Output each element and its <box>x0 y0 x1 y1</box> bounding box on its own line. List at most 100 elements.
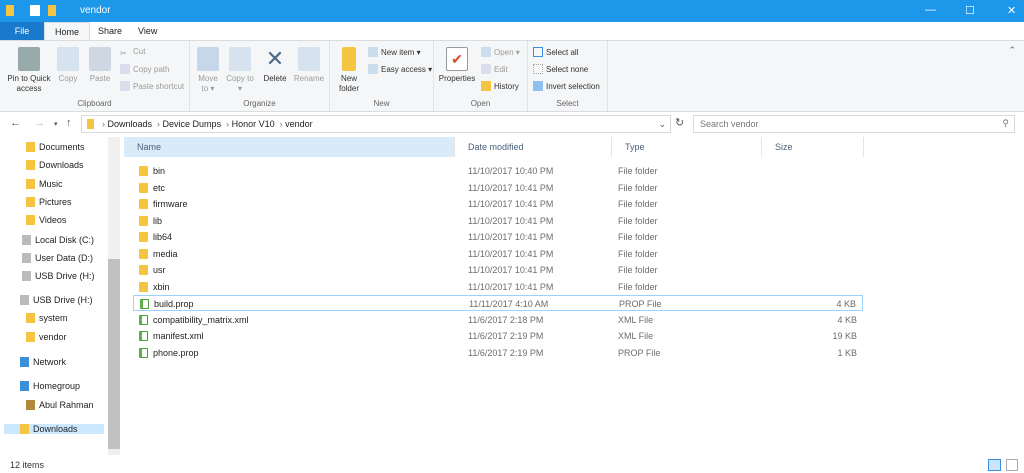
rename-button[interactable]: Rename <box>292 47 326 84</box>
edit-button[interactable]: Edit <box>481 64 508 74</box>
group-label: Organize <box>243 99 276 108</box>
file-row[interactable]: lib 11/10/2017 10:41 PM File folder <box>133 213 863 229</box>
nav-item[interactable]: system <box>26 313 68 323</box>
folder-icon <box>139 166 148 176</box>
delete-button[interactable]: ✕ Delete <box>260 47 290 84</box>
details-view-button[interactable] <box>988 459 1001 471</box>
new-folder-button[interactable]: New folder <box>334 47 364 94</box>
file-row[interactable]: etc 11/10/2017 10:41 PM File folder <box>133 180 863 196</box>
tab-view[interactable]: View <box>128 22 167 40</box>
file-row[interactable]: build.prop 11/11/2017 4:10 AM PROP File 4 K… <box>133 295 863 311</box>
history-icon <box>481 81 491 91</box>
nav-item[interactable]: USB Drive (H:) <box>22 271 95 281</box>
new-item-button[interactable]: New item ▾ <box>368 47 421 57</box>
tab-home[interactable]: Home <box>44 22 91 40</box>
breadcrumb-downloads[interactable]: Downloads <box>108 119 153 129</box>
recent-dropdown[interactable]: ▾ <box>54 120 58 128</box>
nav-item[interactable]: Downloads <box>26 160 84 170</box>
address-dropdown[interactable]: ⌄ <box>658 119 666 130</box>
nav-item[interactable]: User Data (D:) <box>22 253 93 263</box>
paste-shortcut-button[interactable]: Paste shortcut <box>120 81 184 91</box>
nav-item-label: USB Drive (H:) <box>35 271 95 281</box>
file-icon <box>139 331 148 341</box>
file-row[interactable]: usr 11/10/2017 10:41 PM File folder <box>133 262 863 278</box>
properties-button[interactable]: ✔ Properties <box>437 47 477 84</box>
close-button[interactable]: ✕ <box>1007 4 1016 17</box>
drive-icon <box>22 253 31 263</box>
maximize-button[interactable]: ☐ <box>965 4 975 17</box>
copy-to-button[interactable]: Copy to ▾ <box>226 47 254 94</box>
file-type: File folder <box>618 281 658 292</box>
file-row[interactable]: lib64 11/10/2017 10:41 PM File folder <box>133 229 863 245</box>
breadcrumb-device-dumps[interactable]: Device Dumps <box>163 119 222 129</box>
pin-button[interactable]: Pin to Quick access <box>4 47 54 94</box>
collapse-ribbon-icon[interactable]: ⌃ <box>1008 45 1016 56</box>
tab-share[interactable]: Share <box>88 22 132 40</box>
nav-scrollbar[interactable] <box>108 137 120 455</box>
file-name: firmware <box>153 199 188 209</box>
file-row[interactable]: bin 11/10/2017 10:40 PM File folder <box>133 163 863 179</box>
file-name: manifest.xml <box>153 331 204 341</box>
properties-quick-icon[interactable] <box>30 5 40 16</box>
scrollbar-thumb[interactable] <box>108 259 120 449</box>
file-row[interactable]: firmware 11/10/2017 10:41 PM File folder <box>133 196 863 212</box>
nav-item[interactable]: Pictures <box>26 197 72 207</box>
up-button[interactable]: ↑ <box>66 117 72 129</box>
select-all-button[interactable]: Select all <box>533 47 578 57</box>
copy-path-button[interactable]: Copy path <box>120 64 169 74</box>
nav-item-label: Local Disk (C:) <box>35 235 95 245</box>
file-row[interactable]: manifest.xml 11/6/2017 2:19 PM XML File 19 … <box>133 328 863 344</box>
search-input[interactable]: Search vendor ⚲ <box>693 115 1015 133</box>
minimize-button[interactable]: — <box>925 4 936 16</box>
file-row[interactable]: xbin 11/10/2017 10:41 PM File folder <box>133 279 863 295</box>
copy-button[interactable]: Copy <box>55 47 81 84</box>
open-icon <box>481 47 491 57</box>
new-folder-quick-icon[interactable] <box>48 5 56 16</box>
nav-item[interactable]: Documents <box>26 142 85 152</box>
folder-icon <box>139 182 148 193</box>
column-date-modified[interactable]: Date modified <box>455 137 612 157</box>
history-button[interactable]: History <box>481 81 519 91</box>
column-name[interactable]: Name <box>124 137 455 157</box>
breadcrumb-vendor[interactable]: vendor <box>285 119 313 129</box>
item-count: 12 items <box>10 460 45 470</box>
group-label: Clipboard <box>77 99 112 108</box>
nav-item[interactable]: Videos <box>26 215 66 225</box>
column-type[interactable]: Type <box>612 137 762 157</box>
open-button[interactable]: Open ▾ <box>481 47 520 57</box>
file-row[interactable]: compatibility_matrix.xml 11/6/2017 2:18 P… <box>133 312 863 328</box>
usb-drive-icon <box>22 271 31 281</box>
nav-item[interactable]: Local Disk (C:) <box>22 235 94 245</box>
forward-button[interactable]: → <box>34 117 45 129</box>
paste-button[interactable]: Paste <box>86 47 114 84</box>
nav-item[interactable]: Music <box>26 179 63 189</box>
nav-item[interactable]: USB Drive (H:) <box>20 295 93 305</box>
move-to-button[interactable]: Move to ▾ <box>194 47 222 94</box>
cut-button[interactable]: ✂ Cut <box>120 47 145 59</box>
breadcrumb-honor-v10[interactable]: Honor V10 <box>232 119 275 129</box>
nav-item[interactable]: vendor <box>26 332 67 342</box>
nav-item[interactable]: Network <box>20 357 66 367</box>
file-row[interactable]: media 11/10/2017 10:41 PM File folder <box>133 246 863 262</box>
refresh-button[interactable]: ↻ <box>675 116 684 129</box>
column-size[interactable]: Size <box>762 137 864 157</box>
delete-x-icon: ✕ <box>265 46 285 71</box>
nav-item[interactable]: Abul Rahman <box>26 400 94 410</box>
nav-item[interactable]: Homegroup <box>20 381 80 391</box>
select-none-button[interactable]: Select none <box>533 64 588 74</box>
address-bar[interactable]: › Downloads › Device Dumps › Honor V10 ›… <box>81 115 671 133</box>
nav-item[interactable]: Downloads <box>4 424 104 434</box>
group-open: ✔ Properties Open ▾ Edit History Open <box>434 41 528 111</box>
easy-access-button[interactable]: Easy access ▾ <box>368 64 432 74</box>
file-name: build.prop <box>154 299 194 309</box>
file-date: 11/10/2017 10:41 PM <box>468 281 554 292</box>
window-title: vendor <box>80 5 111 16</box>
invert-selection-button[interactable]: Invert selection <box>533 81 600 91</box>
file-date: 11/10/2017 10:40 PM <box>468 166 554 176</box>
tab-file[interactable]: File <box>0 22 44 40</box>
large-icons-view-button[interactable] <box>1006 459 1018 471</box>
group-new: New folder New item ▾ Easy access ▾ New <box>330 41 434 111</box>
back-button[interactable]: ← <box>10 117 21 129</box>
invert-selection-icon <box>533 81 543 91</box>
file-row[interactable]: phone.prop 11/6/2017 2:19 PM PROP File 1 KB <box>133 345 863 361</box>
